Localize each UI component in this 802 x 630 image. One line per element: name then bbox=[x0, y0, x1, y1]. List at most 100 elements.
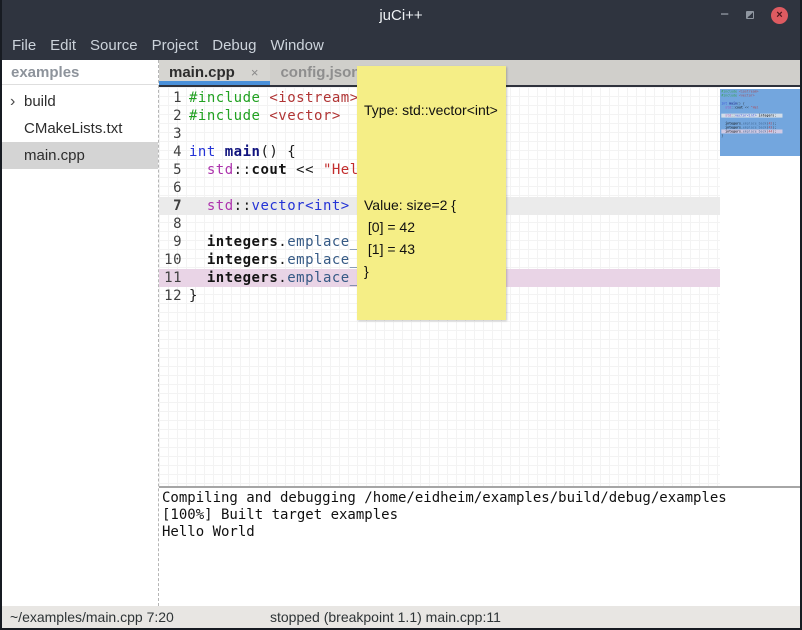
tooltip-gap bbox=[364, 152, 498, 162]
tab-main-cpp[interactable]: main.cpp × bbox=[159, 60, 270, 85]
status-file-position: ~/examples/main.cpp 7:20 bbox=[10, 609, 174, 625]
menu-item-source[interactable]: Source bbox=[83, 37, 145, 54]
line-number[interactable]: 5 bbox=[159, 161, 189, 179]
token-inc: <vector> bbox=[269, 108, 340, 124]
token-var: cout bbox=[735, 106, 743, 110]
code-text: #include <vector> bbox=[721, 94, 754, 98]
token-pl bbox=[216, 144, 225, 160]
code-text: #include <iostream> bbox=[189, 89, 359, 107]
token-var: integers bbox=[207, 252, 278, 268]
token-pl: () { bbox=[260, 144, 296, 160]
tab-label: main.cpp bbox=[169, 64, 235, 81]
tab-label: config.json bbox=[280, 64, 360, 81]
line-number[interactable]: 10 bbox=[159, 251, 189, 269]
output-line: Compiling and debugging /home/eidheim/ex… bbox=[162, 490, 800, 507]
sidebar-item-label: CMakeLists.txt bbox=[24, 120, 122, 137]
sidebar-item-build[interactable]: ›build bbox=[2, 88, 158, 115]
token-pp: #include bbox=[189, 108, 260, 124]
code-text: std::cout << "Hel bbox=[721, 106, 758, 110]
debug-value-tooltip: Type: std::vector<int> Value: size=2 { [… bbox=[357, 66, 506, 320]
tooltip-value-line: [0] = 42 bbox=[364, 216, 498, 238]
line-number[interactable]: 11 bbox=[159, 269, 189, 287]
minimap[interactable]: #include <iostream>#include <vector>int … bbox=[720, 87, 800, 486]
minimize-icon[interactable]: − bbox=[720, 10, 729, 20]
tooltip-value-lines: Value: size=2 { [0] = 42 [1] = 43} bbox=[364, 194, 498, 282]
line-number[interactable]: 7 bbox=[159, 197, 189, 215]
menu-item-debug[interactable]: Debug bbox=[205, 37, 263, 54]
menu-item-project[interactable]: Project bbox=[145, 37, 206, 54]
code-text: std::vector<int> integers; bbox=[721, 114, 776, 118]
statusbar: ~/examples/main.cpp 7:20 stopped (breakp… bbox=[2, 606, 800, 628]
line-number[interactable]: 1 bbox=[159, 89, 189, 107]
unmaximize-icon[interactable] bbox=[746, 11, 754, 19]
menubar: FileEditSourceProjectDebugWindow bbox=[2, 30, 800, 60]
output-panel[interactable]: Compiling and debugging /home/eidheim/ex… bbox=[159, 486, 800, 606]
minimap-viewport[interactable]: #include <iostream>#include <vector>int … bbox=[720, 89, 800, 156]
line-number[interactable]: 9 bbox=[159, 233, 189, 251]
line-number[interactable]: 12 bbox=[159, 287, 189, 305]
app-window: juCi++ − × FileEditSourceProjectDebugWin… bbox=[0, 0, 802, 630]
token-var: integers bbox=[207, 270, 278, 286]
menu-item-window[interactable]: Window bbox=[263, 37, 330, 54]
token-mem: emplace_back bbox=[743, 130, 767, 134]
token-pl: << bbox=[743, 106, 751, 110]
token-str: "Hel bbox=[751, 106, 759, 110]
token-pl: << bbox=[287, 162, 323, 178]
token-pl bbox=[189, 234, 207, 250]
token-pp: #include bbox=[721, 94, 737, 98]
minimap-code: #include <iostream>#include <vector>int … bbox=[720, 89, 800, 137]
menu-item-edit[interactable]: Edit bbox=[43, 37, 83, 54]
project-name-header: examples bbox=[2, 60, 158, 85]
token-var: integers bbox=[725, 130, 741, 134]
code-text: } bbox=[189, 287, 198, 305]
token-pl: ); bbox=[772, 130, 776, 134]
line-number[interactable]: 4 bbox=[159, 143, 189, 161]
token-pl bbox=[189, 162, 207, 178]
code-line-12[interactable]: } bbox=[721, 133, 800, 137]
tab-config-json[interactable]: config.json bbox=[270, 60, 370, 85]
code-text: std::cout << "Hel bbox=[189, 161, 359, 179]
window-title: juCi++ bbox=[2, 7, 800, 24]
sidebar-item-cmakelists-txt[interactable]: ›CMakeLists.txt bbox=[2, 115, 158, 142]
titlebar[interactable]: juCi++ − × bbox=[2, 0, 800, 30]
output-line: [100%] Built target examples bbox=[162, 507, 800, 524]
code-text: } bbox=[721, 133, 723, 137]
line-number[interactable]: 3 bbox=[159, 125, 189, 143]
close-tab-icon[interactable]: × bbox=[251, 65, 259, 80]
token-ns: std bbox=[207, 198, 234, 214]
line-number[interactable]: 8 bbox=[159, 215, 189, 233]
token-kw: vector<int> bbox=[735, 114, 757, 118]
sidebar-item-main-cpp[interactable]: ›main.cpp bbox=[2, 142, 158, 169]
close-icon[interactable]: × bbox=[771, 7, 788, 24]
token-ns: std bbox=[207, 162, 234, 178]
token-var: cout bbox=[252, 162, 288, 178]
tooltip-value-line: } bbox=[364, 260, 498, 282]
token-pl: :: bbox=[234, 198, 252, 214]
output-line: Hello World bbox=[162, 524, 800, 541]
token-pl: . bbox=[278, 252, 287, 268]
status-debug-state: stopped (breakpoint 1.1) main.cpp:11 bbox=[270, 609, 501, 625]
token-pp: #include bbox=[189, 90, 260, 106]
token-inc: <iostream> bbox=[269, 90, 358, 106]
line-number[interactable]: 6 bbox=[159, 179, 189, 197]
menu-item-file[interactable]: File bbox=[5, 37, 43, 54]
token-kw: int bbox=[189, 144, 216, 160]
token-str: "Hel bbox=[323, 162, 359, 178]
token-pl: } bbox=[189, 288, 198, 304]
sidebar-item-label: main.cpp bbox=[24, 147, 85, 164]
tooltip-type-line: Type: std::vector<int> bbox=[364, 101, 498, 120]
token-var: integers bbox=[759, 114, 775, 118]
token-pl bbox=[189, 198, 207, 214]
file-tree: ›build›CMakeLists.txt›main.cpp bbox=[2, 85, 158, 169]
token-pl: ; bbox=[774, 114, 776, 118]
sidebar-item-label: build bbox=[24, 93, 56, 110]
code-text: integers.emplace_back(44); bbox=[721, 129, 776, 133]
token-pl bbox=[189, 252, 207, 268]
chevron-right-icon[interactable]: › bbox=[10, 95, 24, 109]
token-inc: <vector> bbox=[739, 94, 755, 98]
token-fn: main bbox=[225, 144, 261, 160]
line-number[interactable]: 2 bbox=[159, 107, 189, 125]
token-kw: vector<int> bbox=[252, 198, 350, 214]
code-text: #include <vector> bbox=[189, 107, 341, 125]
tooltip-value-line: [1] = 43 bbox=[364, 238, 498, 260]
